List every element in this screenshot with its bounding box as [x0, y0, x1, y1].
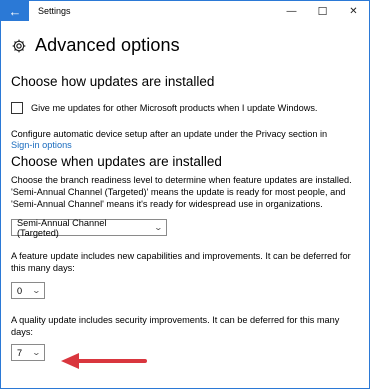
- back-arrow-icon: ←: [8, 3, 22, 19]
- minimize-icon: —: [286, 5, 297, 17]
- chevron-down-icon: ⌄: [31, 348, 42, 357]
- quality-days-dropdown[interactable]: 7 ⌄: [11, 344, 45, 361]
- back-button[interactable]: ←: [1, 1, 29, 21]
- feature-update-text: A feature update includes new capabiliti…: [11, 250, 361, 274]
- feature-days-value: 0: [17, 285, 23, 296]
- page-title: Advanced options: [35, 35, 180, 55]
- quality-days-value: 7: [17, 347, 23, 358]
- branch-description: Choose the branch readiness level to det…: [11, 174, 361, 210]
- other-products-checkbox-row[interactable]: Give me updates for other Microsoft prod…: [11, 102, 361, 114]
- chevron-down-icon: ⌄: [153, 223, 164, 232]
- other-products-checkbox-label: Give me updates for other Microsoft prod…: [31, 103, 318, 113]
- channel-dropdown-value: Semi-Annual Channel (Targeted): [17, 217, 107, 238]
- gear-icon: [12, 39, 26, 52]
- chevron-down-icon: ⌄: [31, 286, 42, 295]
- feature-update-text-line: this many days:: [11, 263, 75, 273]
- settings-window: ← Settings — ☐ ✕ Advanced options Choose: [0, 0, 370, 389]
- feature-update-text-line: A feature update includes new capabiliti…: [11, 251, 351, 261]
- close-icon: ✕: [349, 5, 358, 17]
- red-arrow-annotation: [61, 353, 147, 369]
- main-content: Choose how updates are installed Give me…: [11, 71, 361, 361]
- channel-dropdown[interactable]: Semi-Annual Channel (Targeted) ⌄: [11, 217, 167, 238]
- quality-update-text: A quality update includes security impro…: [11, 315, 340, 337]
- branch-description-line: 'Semi-Annual Channel' means it's ready f…: [11, 199, 323, 209]
- close-button[interactable]: ✕: [338, 1, 369, 21]
- window-title: Settings: [38, 6, 71, 16]
- minimize-button[interactable]: —: [276, 1, 307, 21]
- feature-days-dropdown[interactable]: 0 ⌄: [11, 282, 45, 299]
- title-bar: ← Settings — ☐ ✕: [1, 1, 369, 21]
- maximize-button[interactable]: ☐: [307, 1, 338, 21]
- window-controls: — ☐ ✕: [276, 1, 369, 21]
- install-section-heading: Choose how updates are installed: [11, 74, 215, 89]
- branch-description-line: Choose the branch readiness level to det…: [11, 175, 352, 185]
- privacy-text: Configure automatic device setup after a…: [11, 129, 328, 139]
- page-header: Advanced options: [11, 35, 180, 56]
- when-section-heading: Choose when updates are installed: [11, 154, 222, 169]
- branch-description-line: 'Semi-Annual Channel (Targeted)' means t…: [11, 187, 346, 197]
- maximize-icon: ☐: [317, 5, 328, 18]
- sign-in-options-link[interactable]: Sign-in options: [11, 140, 361, 150]
- other-products-checkbox[interactable]: [11, 102, 23, 114]
